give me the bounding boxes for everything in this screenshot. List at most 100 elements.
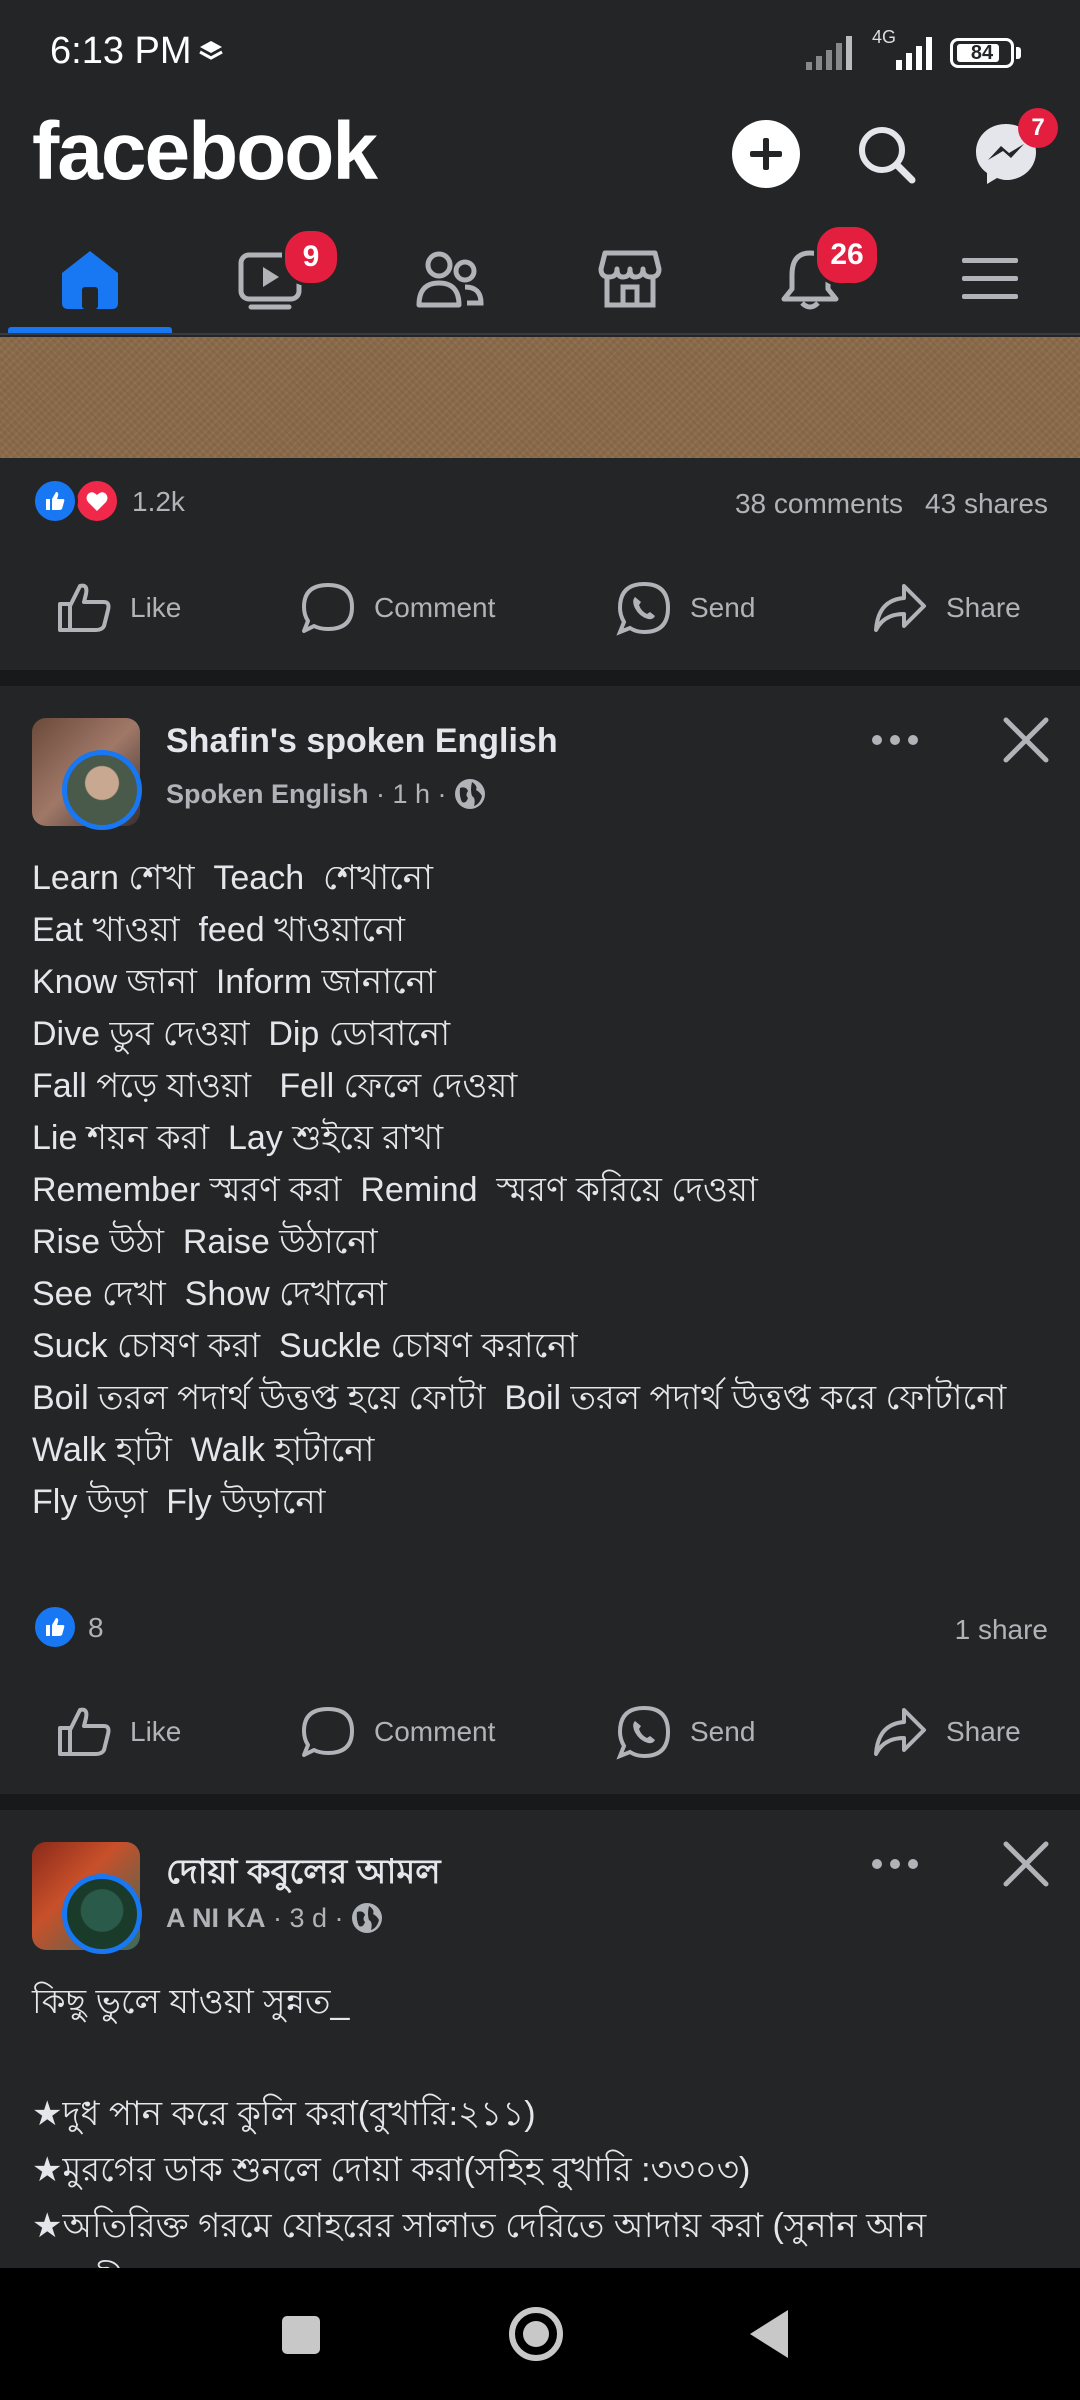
globe-icon	[455, 779, 486, 809]
home-button[interactable]	[508, 2306, 564, 2362]
back-button[interactable]	[748, 2308, 790, 2360]
engagement-counts: 38 comments 43 shares	[735, 488, 1048, 520]
send-button[interactable]: Send	[616, 568, 755, 648]
comment-icon	[302, 583, 354, 633]
shares-count[interactable]: 43 shares	[925, 488, 1048, 520]
recents-button[interactable]	[282, 2316, 320, 2354]
tab-menu[interactable]	[905, 225, 1075, 333]
post-text-line: Walk হাটা Walk হাটানো	[32, 1431, 375, 1469]
post-text-line: Rise উঠা Raise উঠানো	[32, 1223, 378, 1261]
post-text-line: Learn শেখা Teach শেখানো	[32, 859, 433, 897]
whatsapp-icon	[616, 1705, 671, 1760]
reaction-count: 8	[88, 1612, 104, 1643]
battery-level: 84	[970, 42, 994, 64]
post-action-bar: Like Comment Send Share	[0, 1692, 1080, 1772]
like-button[interactable]: Like	[56, 1692, 181, 1772]
tab-marketplace[interactable]	[545, 225, 715, 333]
love-reaction-icon	[74, 478, 120, 524]
post-text-line: Eat খাওয়া feed খাওয়ানো	[32, 911, 406, 949]
post-time: · 1 h ·	[368, 778, 455, 809]
battery-icon: 84	[950, 38, 1014, 68]
close-icon[interactable]	[1002, 1840, 1050, 1888]
post-time: · 3 d ·	[265, 1902, 352, 1933]
post-text-line: See দেখা Show দেখানো	[32, 1275, 387, 1313]
signal-icon	[806, 36, 852, 70]
friends-icon	[416, 251, 484, 308]
tab-home[interactable]	[5, 225, 175, 333]
notifications-badge: 26	[814, 224, 880, 286]
like-reaction-icon	[32, 478, 78, 524]
close-icon[interactable]	[1002, 716, 1050, 764]
post-text-line: Fly উড়া Fly উড়ানো	[32, 1483, 326, 1521]
post-text-line: ★মুরগের ডাক শুনলে দোয়া করা(সহিহ বুখারি …	[32, 2151, 751, 2189]
status-bar: 6:13 PM 4G 84	[0, 0, 1080, 105]
more-options-button[interactable]	[872, 1859, 918, 1869]
post-image[interactable]	[0, 337, 1080, 458]
like-reaction-icon	[32, 1604, 78, 1650]
tab-bar	[0, 225, 1080, 335]
comments-count[interactable]: 38 comments	[735, 488, 903, 520]
shares-count[interactable]: 1 share	[955, 1614, 1048, 1646]
layers-icon	[199, 41, 223, 60]
signal-icon	[896, 37, 932, 70]
comment-label: Comment	[374, 592, 496, 623]
marketplace-icon	[598, 250, 662, 308]
search-button[interactable]	[852, 120, 920, 188]
user-avatar[interactable]	[62, 750, 142, 830]
post-text-line: ★দুধ পান করে কুলি করা(বুখারি:২১১)	[32, 2095, 536, 2133]
video-badge: 9	[282, 228, 340, 286]
post-text-line: কিছু ভুলে যাওয়া সুন্নত_	[32, 1983, 350, 2021]
network-type: 4G	[872, 27, 897, 47]
post-text-line: Lie শয়ন করা Lay শুইয়ে রাখা	[32, 1119, 444, 1157]
post-author[interactable]: A NI KA	[166, 1903, 266, 1934]
globe-icon	[352, 1903, 383, 1933]
comment-button[interactable]: Comment	[300, 1692, 495, 1772]
post-text-line: Suck চোষণ করা Suckle চোষণ করানো	[32, 1327, 578, 1365]
post-page-name[interactable]: দোয়া কবুলের আমল	[166, 1846, 441, 1903]
send-label: Send	[690, 1716, 756, 1747]
post-author[interactable]: Spoken English	[166, 779, 369, 810]
like-button[interactable]: Like	[56, 568, 181, 648]
post-text-line: Remember স্মরণ করা Remind স্মরণ করিয়ে দ…	[32, 1171, 758, 1209]
post-action-bar: Like Comment Send Share	[0, 568, 1080, 648]
post-text-line	[32, 2030, 1048, 2086]
share-button[interactable]: Share	[872, 568, 1021, 648]
post-meta: A NI KA · 3 d ·	[166, 1902, 383, 1934]
reaction-count: 1.2k	[132, 486, 185, 517]
create-button[interactable]	[732, 120, 800, 188]
like-label: Like	[130, 1716, 182, 1747]
post-text-line: ★অতিরিক্ত গরমে যোহরের সালাত দেরিতে আদায়…	[32, 2207, 927, 2268]
post-reactions-summary[interactable]: 8 1 share	[32, 1604, 1048, 1654]
post-body: কিছু ভুলে যাওয়া সুন্নত_ ★দুধ পান করে কু…	[32, 1974, 1048, 2268]
like-label: Like	[130, 592, 182, 623]
share-button[interactable]: Share	[872, 1692, 1021, 1772]
post-page-name[interactable]: Shafin's spoken English	[166, 722, 558, 761]
comment-label: Comment	[374, 1716, 496, 1747]
active-tab-indicator	[8, 327, 172, 333]
user-avatar[interactable]	[62, 1874, 142, 1954]
share-label: Share	[946, 1716, 1021, 1747]
send-label: Send	[690, 592, 756, 623]
share-icon	[874, 584, 926, 632]
post-separator	[0, 670, 1080, 686]
post-separator	[0, 1794, 1080, 1810]
send-button[interactable]: Send	[616, 1692, 755, 1772]
post-text-line: Fall পড়ে যাওয়া Fell ফেলে দেওয়া	[32, 1067, 518, 1105]
tab-friends[interactable]	[365, 225, 535, 333]
more-options-button[interactable]	[872, 735, 918, 745]
share-icon	[874, 1708, 926, 1756]
share-label: Share	[946, 592, 1021, 623]
post-body-clip: কিছু ভুলে যাওয়া সুন্নত_ ★দুধ পান করে কু…	[0, 1970, 1080, 2268]
facebook-logo[interactable]: facebook	[32, 105, 378, 199]
post-text-line: Know জানা Inform জানানো	[32, 963, 436, 1001]
post-text-line: Dive ডুব দেওয়া Dip ডোবানো	[32, 1015, 451, 1053]
post-reactions-summary[interactable]: 1.2k 38 comments 43 shares	[32, 478, 1048, 528]
whatsapp-icon	[616, 581, 671, 636]
like-icon	[58, 583, 111, 632]
status-time: 6:13 PM	[50, 30, 192, 72]
comment-button[interactable]: Comment	[300, 568, 495, 648]
messenger-badge: 7	[1018, 108, 1058, 148]
search-icon	[859, 127, 916, 184]
like-icon	[58, 1707, 111, 1756]
system-navigation-bar	[0, 2268, 1080, 2400]
